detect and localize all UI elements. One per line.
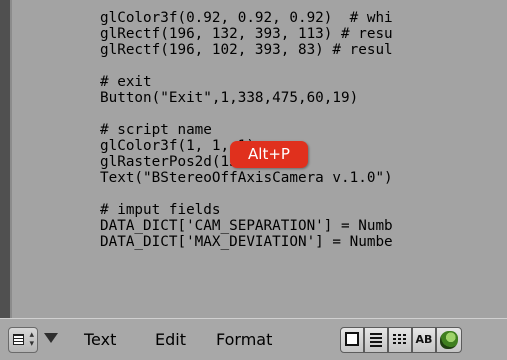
code-line: # imput fields: [100, 202, 221, 218]
code-line: DATA_DICT['CAM_SEPARATION'] = Numb: [100, 218, 393, 234]
fullscreen-icon: [345, 332, 359, 346]
text-editor-window: glColor3f(0.92, 0.92, 0.92) # whi glRectf…: [0, 0, 507, 360]
code-line: # exit: [100, 74, 152, 90]
menu-text[interactable]: Text: [84, 329, 116, 351]
syntax-highlight-toggle-button[interactable]: [388, 327, 412, 353]
shortcut-tooltip: Alt+P: [230, 141, 308, 168]
code-line: Button("Exit",1,338,475,60,19): [100, 90, 359, 106]
code-line: glColor3f(0.92, 0.92, 0.92) # whi: [100, 10, 393, 26]
python-snake-icon: [440, 331, 458, 349]
code-line: # script name: [100, 122, 212, 138]
collapse-menu-triangle-icon[interactable]: [44, 333, 58, 343]
code-line: glRectf(196, 102, 393, 83) # resul: [100, 42, 393, 58]
code-editor-area[interactable]: glColor3f(0.92, 0.92, 0.92) # whi glRectf…: [12, 0, 507, 318]
code-line: glRectf(196, 132, 393, 113) # resu: [100, 26, 393, 42]
text-editor-icon: [13, 334, 24, 345]
word-wrap-toggle-button[interactable]: AB: [412, 327, 436, 353]
python-plugin-button[interactable]: [436, 327, 462, 353]
updown-arrows-icon: ▴ ▾: [29, 330, 34, 349]
menu-edit[interactable]: Edit: [155, 329, 186, 351]
code-line: DATA_DICT['MAX_DEVIATION'] = Numbe: [100, 234, 393, 250]
menu-format[interactable]: Format: [216, 329, 272, 351]
line-numbers-toggle-button[interactable]: [364, 327, 388, 353]
code-text[interactable]: glColor3f(0.92, 0.92, 0.92) # whi glRectf…: [100, 10, 393, 250]
fullscreen-toggle-button[interactable]: [340, 327, 364, 353]
editor-type-selector[interactable]: ▴ ▾: [8, 327, 38, 353]
editor-header-bar: ▴ ▾ Text Edit Format AB: [0, 318, 507, 360]
syntax-highlight-icon: [393, 334, 407, 346]
code-line: Text("BStereoOffAxisCamera v.1.0"): [100, 170, 393, 186]
line-gutter: [0, 0, 10, 318]
line-numbers-icon: [370, 333, 382, 347]
